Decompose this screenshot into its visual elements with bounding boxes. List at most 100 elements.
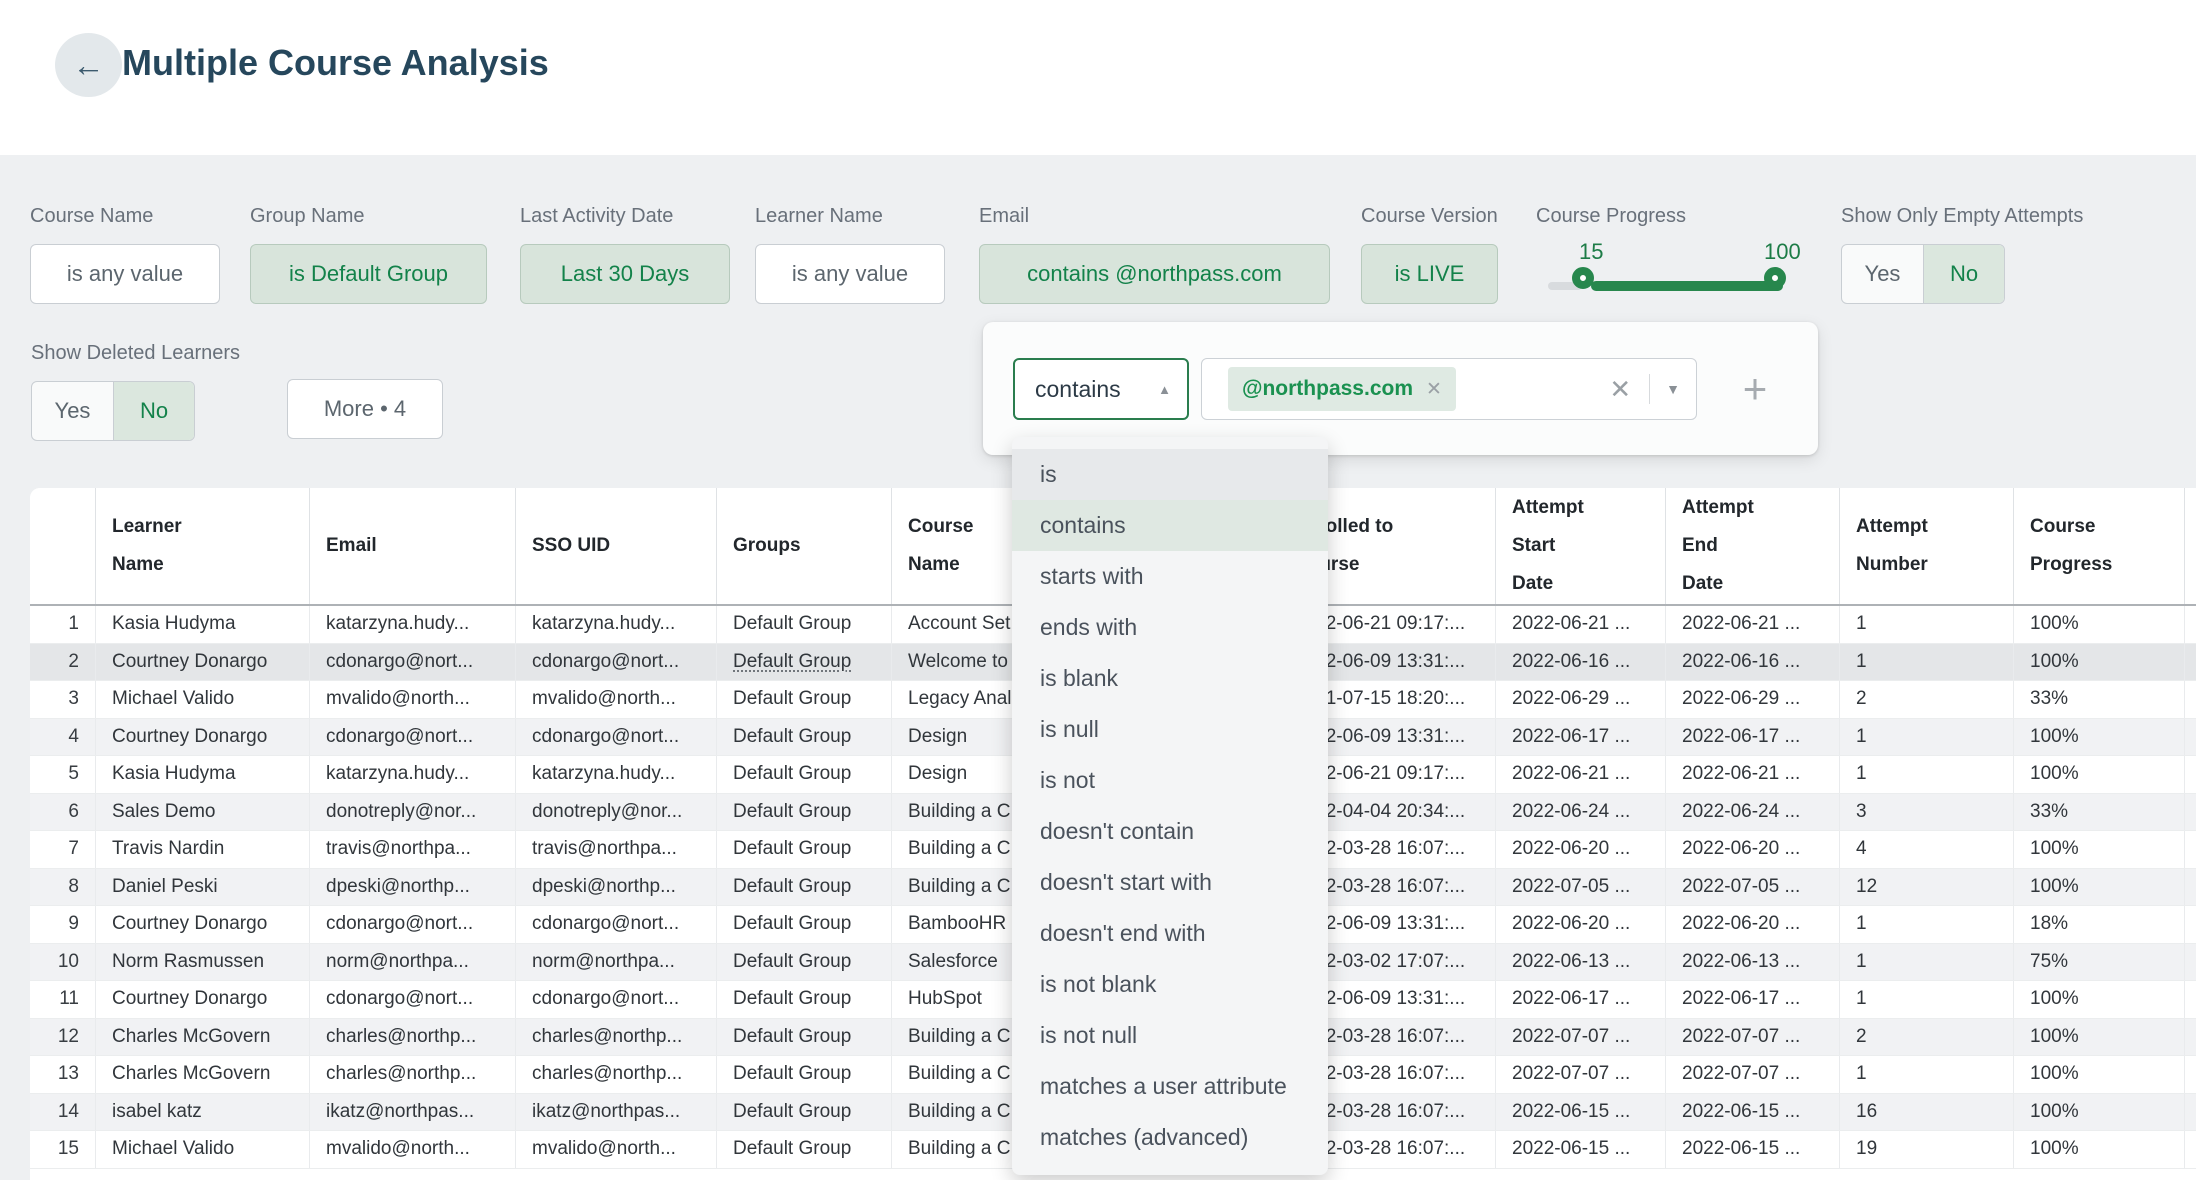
cell-progress[interactable]: 100% <box>2013 719 2184 756</box>
cell-group[interactable]: Default Group <box>716 906 891 943</box>
course-name-filter-chip[interactable]: is any value <box>30 244 220 304</box>
column-header-attempt-end-date[interactable]: AttemptEndDate <box>1665 488 1839 604</box>
cell-progress[interactable]: 18% <box>2013 906 2184 943</box>
operator-menu-item-doesn-t-contain[interactable]: doesn't contain <box>1012 806 1328 857</box>
cell-attempt[interactable]: 1 <box>1839 606 2013 643</box>
cell-email[interactable]: ikatz@northpas... <box>309 1094 515 1131</box>
cell-group[interactable]: Default Group <box>716 1056 891 1093</box>
cell-group[interactable]: Default Group <box>716 981 891 1018</box>
cell-email[interactable]: donotreply@nor... <box>309 794 515 831</box>
operator-menu-item-doesn-t-end-with[interactable]: doesn't end with <box>1012 908 1328 959</box>
cell-group[interactable]: Default Group <box>716 644 891 681</box>
operator-menu-item-is-not-null[interactable]: is not null <box>1012 1010 1328 1061</box>
cell-group[interactable]: Default Group <box>716 756 891 793</box>
email-filter-chip[interactable]: contains @northpass.com <box>979 244 1330 304</box>
operator-menu-item-ends-with[interactable]: ends with <box>1012 602 1328 653</box>
cell-email[interactable]: cdonargo@nort... <box>309 644 515 681</box>
cell-start[interactable]: 2022-06-29 ... <box>1495 681 1665 718</box>
cell-learner[interactable]: Charles McGovern <box>95 1056 309 1093</box>
toggle-no-option[interactable]: No <box>113 382 194 440</box>
cell-attempt[interactable]: 3 <box>1839 794 2013 831</box>
cell-email[interactable]: mvalido@north... <box>309 1131 515 1168</box>
cell-learner[interactable]: Sales Demo <box>95 794 309 831</box>
cell-end[interactable]: 2022-06-20 ... <box>1665 831 1839 868</box>
cell-start[interactable]: 2022-06-24 ... <box>1495 794 1665 831</box>
cell-learner[interactable]: Kasia Hudyma <box>95 606 309 643</box>
cell-attempt[interactable]: 12 <box>1839 869 2013 906</box>
value-chip[interactable]: @northpass.com ✕ <box>1228 367 1456 411</box>
cell-start[interactable]: 2022-07-07 ... <box>1495 1056 1665 1093</box>
cell-sso[interactable]: cdonargo@nort... <box>515 644 716 681</box>
cell-sso[interactable]: dpeski@northp... <box>515 869 716 906</box>
cell-attempt[interactable]: 2 <box>1839 1019 2013 1056</box>
cell-sso[interactable]: cdonargo@nort... <box>515 719 716 756</box>
course-version-filter-chip[interactable]: is LIVE <box>1361 244 1498 304</box>
cell-sso[interactable]: donotreply@nor... <box>515 794 716 831</box>
cell-progress[interactable]: 100% <box>2013 831 2184 868</box>
toggle-yes-option[interactable]: Yes <box>32 382 113 440</box>
cell-email[interactable]: charles@northp... <box>309 1056 515 1093</box>
chevron-down-icon[interactable]: ▼ <box>1666 381 1680 397</box>
cell-sso[interactable]: charles@northp... <box>515 1056 716 1093</box>
operator-menu-item-doesn-t-start-with[interactable]: doesn't start with <box>1012 857 1328 908</box>
cell-end[interactable]: 2022-06-17 ... <box>1665 981 1839 1018</box>
cell-start[interactable]: 2022-07-07 ... <box>1495 1019 1665 1056</box>
cell-start[interactable]: 2022-06-13 ... <box>1495 944 1665 981</box>
cell-progress[interactable]: 33% <box>2013 681 2184 718</box>
cell-group[interactable]: Default Group <box>716 681 891 718</box>
cell-learner[interactable]: Charles McGovern <box>95 1019 309 1056</box>
cell-start[interactable]: 2022-06-21 ... <box>1495 606 1665 643</box>
cell-attempt[interactable]: 16 <box>1839 1094 2013 1131</box>
cell-progress[interactable]: 100% <box>2013 1131 2184 1168</box>
cell-group[interactable]: Default Group <box>716 719 891 756</box>
operator-menu-item-contains[interactable]: contains <box>1012 500 1328 551</box>
cell-start[interactable]: 2022-06-15 ... <box>1495 1094 1665 1131</box>
cell-learner[interactable]: Michael Valido <box>95 681 309 718</box>
operator-menu-item-is-blank[interactable]: is blank <box>1012 653 1328 704</box>
back-button[interactable]: ← <box>55 33 122 97</box>
cell-progress[interactable]: 100% <box>2013 869 2184 906</box>
cell-group[interactable]: Default Group <box>716 944 891 981</box>
cell-sso[interactable]: mvalido@north... <box>515 681 716 718</box>
cell-group[interactable]: Default Group <box>716 869 891 906</box>
cell-sso[interactable]: ikatz@northpas... <box>515 1094 716 1131</box>
cell-start[interactable]: 2022-07-05 ... <box>1495 869 1665 906</box>
cell-attempt[interactable]: 1 <box>1839 644 2013 681</box>
cell-learner[interactable]: Courtney Donargo <box>95 981 309 1018</box>
cell-end[interactable]: 2022-06-15 ... <box>1665 1094 1839 1131</box>
cell-progress[interactable]: 100% <box>2013 1019 2184 1056</box>
cell-attempt[interactable]: 1 <box>1839 756 2013 793</box>
operator-select[interactable]: contains ▲ <box>1013 358 1189 420</box>
cell-attempt[interactable]: 1 <box>1839 1056 2013 1093</box>
column-header-attempt-number[interactable]: AttemptNumber <box>1839 488 2013 604</box>
column-header-sso-uid[interactable]: SSO UID <box>515 488 716 604</box>
cell-end[interactable]: 2022-07-05 ... <box>1665 869 1839 906</box>
cell-end[interactable]: 2022-06-21 ... <box>1665 756 1839 793</box>
cell-email[interactable]: katarzyna.hudy... <box>309 606 515 643</box>
cell-progress[interactable]: 100% <box>2013 606 2184 643</box>
operator-menu-item-is-not[interactable]: is not <box>1012 755 1328 806</box>
cell-start[interactable]: 2022-06-17 ... <box>1495 719 1665 756</box>
cell-learner[interactable]: Kasia Hudyma <box>95 756 309 793</box>
cell-email[interactable]: cdonargo@nort... <box>309 719 515 756</box>
cell-group[interactable]: Default Group <box>716 1094 891 1131</box>
remove-chip-icon[interactable]: ✕ <box>1426 378 1442 401</box>
toggle-yes-option[interactable]: Yes <box>1842 245 1923 303</box>
cell-learner[interactable]: Travis Nardin <box>95 831 309 868</box>
cell-end[interactable]: 2022-07-07 ... <box>1665 1056 1839 1093</box>
cell-sso[interactable]: katarzyna.hudy... <box>515 606 716 643</box>
cell-attempt[interactable]: 1 <box>1839 981 2013 1018</box>
course-progress-slider[interactable]: 15 100 <box>1536 235 1806 335</box>
cell-end[interactable]: 2022-06-24 ... <box>1665 794 1839 831</box>
cell-attempt[interactable]: 1 <box>1839 719 2013 756</box>
cell-progress[interactable]: 75% <box>2013 944 2184 981</box>
cell-learner[interactable]: Daniel Peski <box>95 869 309 906</box>
operator-menu-item-is[interactable]: is <box>1012 449 1328 500</box>
column-header-email[interactable]: Email <box>309 488 515 604</box>
cell-attempt[interactable]: 1 <box>1839 906 2013 943</box>
column-header-groups[interactable]: Groups <box>716 488 891 604</box>
cell-end[interactable]: 2022-06-21 ... <box>1665 606 1839 643</box>
cell-group[interactable]: Default Group <box>716 831 891 868</box>
cell-learner[interactable]: isabel katz <box>95 1094 309 1131</box>
cell-sso[interactable]: norm@northpa... <box>515 944 716 981</box>
